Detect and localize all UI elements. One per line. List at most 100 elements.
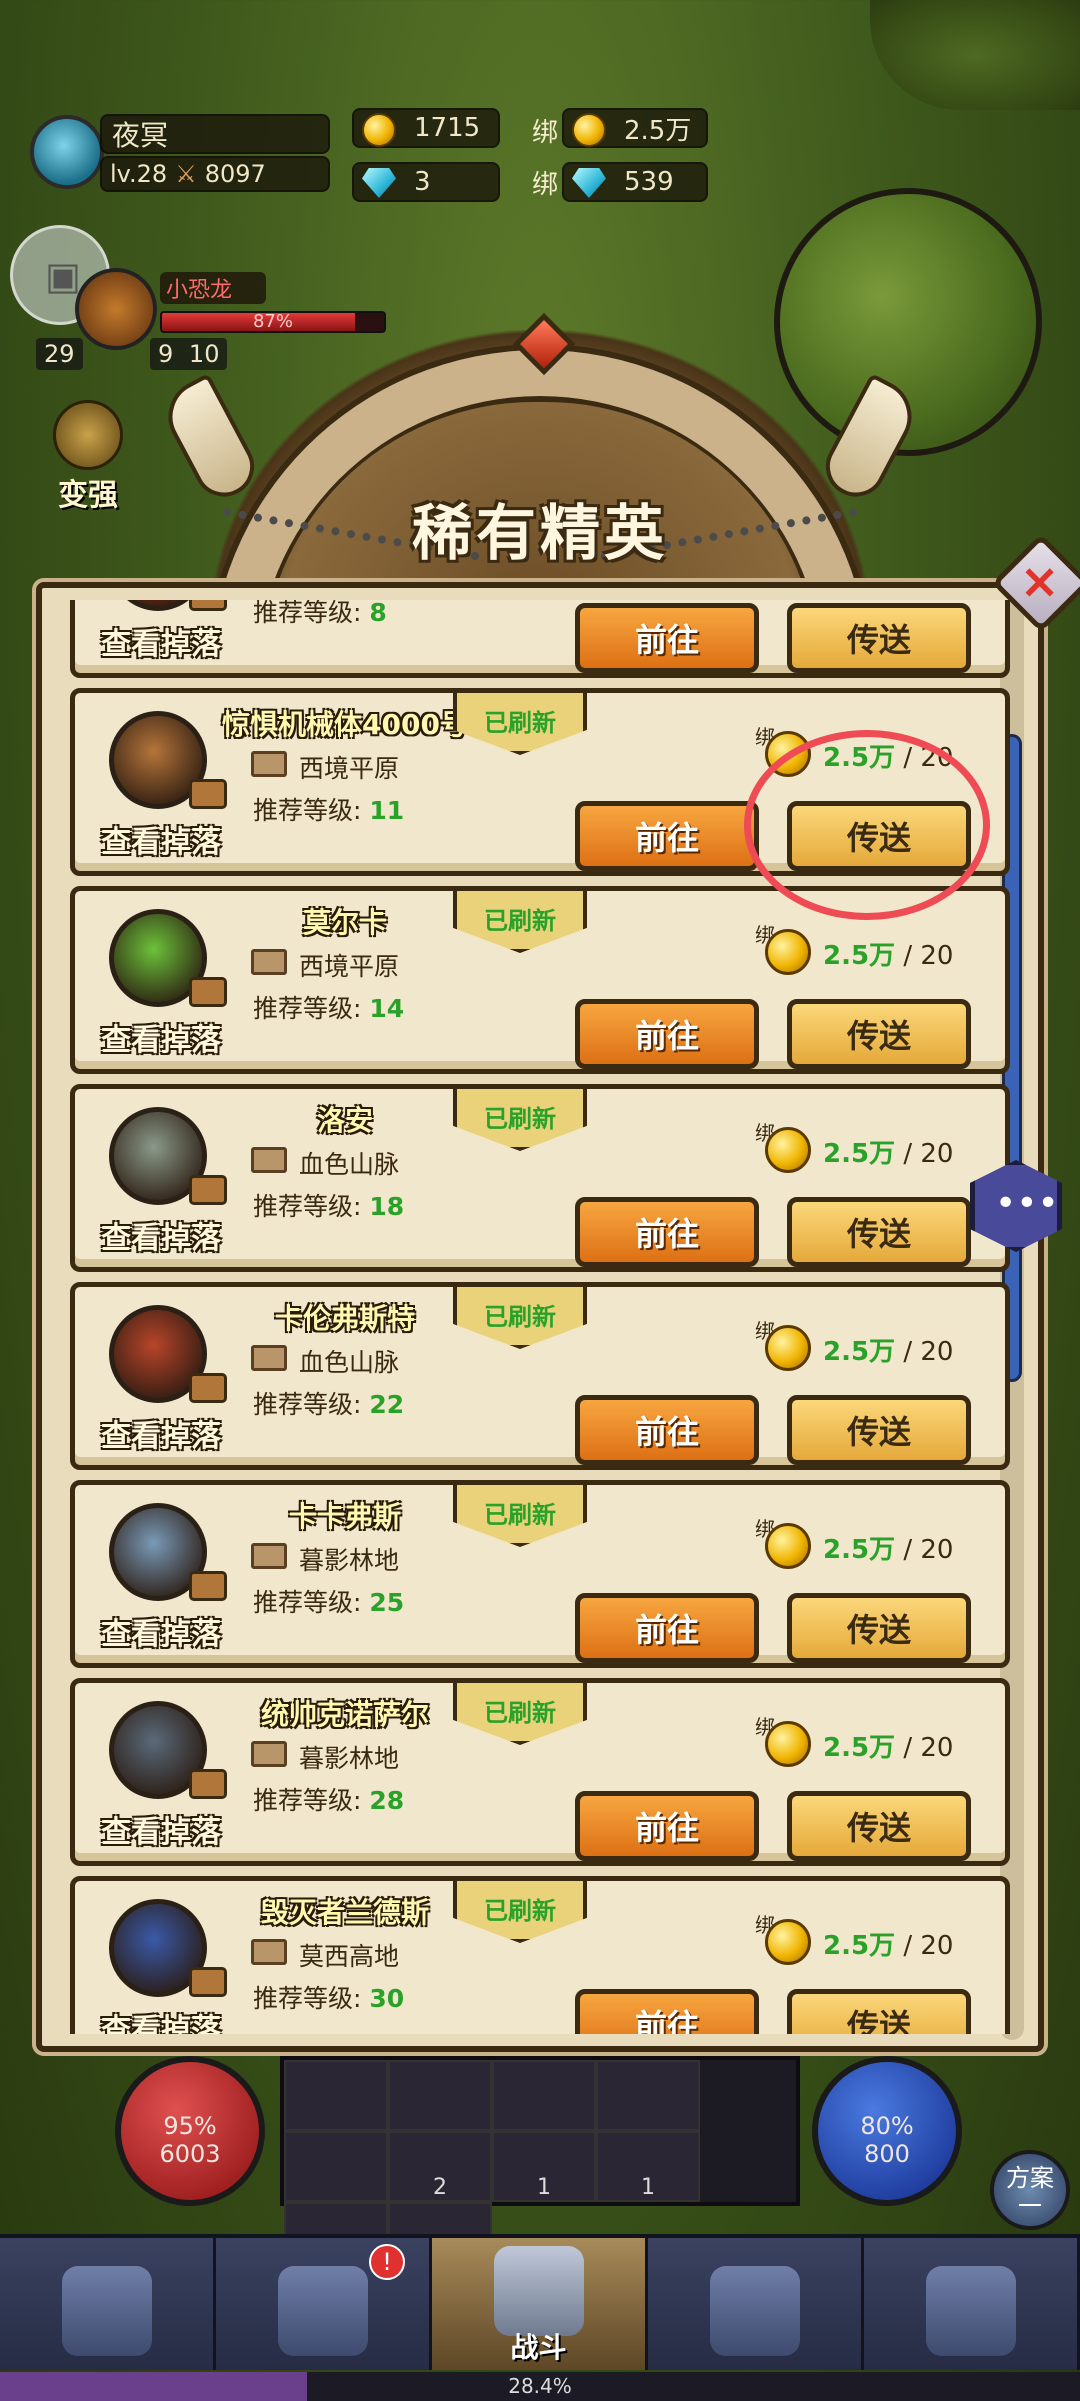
elite-level: 推荐等级: 14 xyxy=(253,989,404,1025)
go-button[interactable]: 前往 xyxy=(575,603,759,673)
skill-slot[interactable]: 1 xyxy=(596,2131,700,2202)
hp-percent: 95% xyxy=(163,2112,217,2140)
go-button[interactable]: 前往 xyxy=(575,1197,759,1267)
elite-level: 推荐等级: 18 xyxy=(253,1187,404,1223)
cost-limit: / 20 xyxy=(895,1139,954,1169)
level-value: 30 xyxy=(369,1984,405,2013)
coin-icon xyxy=(765,1127,811,1173)
teleport-button[interactable]: 传送 xyxy=(787,999,971,1069)
go-button[interactable]: 前往 xyxy=(575,1593,759,1663)
elite-name: 惊惧机械体4000号 xyxy=(222,708,468,741)
coin-icon xyxy=(765,1523,811,1569)
teleport-cost: 2.5万 / 20 xyxy=(823,935,953,972)
pet-name: 小恐龙 xyxy=(160,272,266,304)
nav-tab[interactable]: 战斗 xyxy=(432,2238,648,2370)
elite-name: 洛安 xyxy=(316,1104,373,1137)
elite-name: 统帅克诺萨尔 xyxy=(260,1698,429,1731)
pet-avatar[interactable] xyxy=(75,268,157,350)
refreshed-label: 已刷新 xyxy=(484,709,556,737)
chest-icon xyxy=(189,1373,227,1403)
bound-gold-amount: 2.5万 xyxy=(624,115,692,146)
pet-count-current: 9 xyxy=(158,340,174,368)
go-button[interactable]: 前往 xyxy=(575,1395,759,1465)
pet-hp-bar: 87% xyxy=(160,311,386,333)
cost-limit: / 20 xyxy=(895,1931,954,1961)
skill-slot[interactable]: 1 xyxy=(492,2131,596,2202)
nav-tab[interactable] xyxy=(648,2238,864,2370)
elite-card: 查看掉落曙光森林推荐等级: 8前往传送 xyxy=(70,600,1010,678)
background-tree xyxy=(870,0,1080,110)
map-icon xyxy=(251,1147,287,1173)
level-value: 8 xyxy=(369,600,387,627)
nav-tab[interactable] xyxy=(0,2238,216,2370)
level-label: 推荐等级: xyxy=(253,994,370,1023)
view-drops-button[interactable]: 查看掉落 xyxy=(101,1411,221,1455)
refreshed-label: 已刷新 xyxy=(484,1303,556,1331)
skill-slot[interactable]: 2 xyxy=(388,2131,492,2202)
view-drops-button[interactable]: 查看掉落 xyxy=(101,619,221,663)
level-value: 11 xyxy=(369,796,405,825)
teleport-button[interactable]: 传送 xyxy=(787,1989,971,2034)
bound-gem-amount: 539 xyxy=(624,167,674,197)
strengthen-button[interactable]: 变强 xyxy=(40,400,136,513)
skill-slot[interactable] xyxy=(284,2060,388,2131)
teleport-button[interactable]: 传送 xyxy=(787,1197,971,1267)
coin-icon xyxy=(765,1325,811,1371)
skill-slot[interactable] xyxy=(388,2060,492,2131)
map-icon xyxy=(251,1345,287,1371)
mp-percent: 80% xyxy=(860,2112,914,2140)
elite-name: 莫尔卡 xyxy=(302,906,387,939)
player-power: 8097 xyxy=(204,160,266,188)
view-drops-button[interactable]: 查看掉落 xyxy=(101,1015,221,1059)
teleport-button[interactable]: 传送 xyxy=(787,1791,971,1861)
skill-slot[interactable] xyxy=(596,2060,700,2131)
nav-tab[interactable]: ! xyxy=(216,2238,432,2370)
close-icon: × xyxy=(1019,553,1060,610)
elite-level: 推荐等级: 11 xyxy=(253,791,404,827)
nav-tab-icon xyxy=(61,2266,152,2356)
view-drops-button[interactable]: 查看掉落 xyxy=(101,1807,221,1851)
view-drops-button[interactable]: 查看掉落 xyxy=(101,817,221,861)
coin-icon xyxy=(765,1919,811,1965)
elite-card: 查看掉落 卡伦弗斯特 血色山脉 推荐等级: 22 已刷新绑 2.5万 / 20 前往 传送 xyxy=(70,1282,1010,1470)
plan-button[interactable]: 方案 一 xyxy=(990,2150,1070,2230)
bottom-nav: ! 战斗 xyxy=(0,2234,1080,2370)
level-label: 推荐等级: xyxy=(253,1588,370,1617)
refreshed-banner: 已刷新 xyxy=(453,1283,587,1349)
elite-location: 西境平原 xyxy=(299,952,400,981)
player-level-bar: lv.28 ⚔ 8097 xyxy=(100,156,330,192)
skill-slot[interactable] xyxy=(284,2131,388,2202)
view-drops-button[interactable]: 查看掉落 xyxy=(101,1213,221,1257)
go-button[interactable]: 前往 xyxy=(575,1989,759,2034)
pet-count: 9 10 xyxy=(150,338,228,370)
cost-limit: / 20 xyxy=(895,1535,954,1565)
refreshed-label: 已刷新 xyxy=(484,1501,556,1529)
view-drops-button[interactable]: 查看掉落 xyxy=(101,2005,221,2034)
view-drops-button[interactable]: 查看掉落 xyxy=(101,1609,221,1653)
go-button[interactable]: 前往 xyxy=(575,1791,759,1861)
elite-card: 查看掉落 毁灭者兰德斯 莫西高地 推荐等级: 30 已刷新绑 2.5万 / 20 前往 传送 xyxy=(70,1876,1010,2034)
alert-badge: ! xyxy=(369,2244,405,2280)
player-avatar[interactable] xyxy=(30,115,104,189)
bound-gold-tag: 绑 xyxy=(532,118,559,148)
elite-location: 血色山脉 xyxy=(299,1348,400,1377)
teleport-button[interactable]: 传送 xyxy=(787,1395,971,1465)
bound-gem-display: 539 xyxy=(562,162,708,202)
cost-value: 2.5万 xyxy=(823,1337,896,1367)
chest-icon xyxy=(189,1571,227,1601)
gold-amount: 1715 xyxy=(414,113,481,143)
skill-slot[interactable] xyxy=(492,2060,596,2131)
strengthen-emblem-icon xyxy=(53,400,123,470)
nav-tab[interactable] xyxy=(864,2238,1080,2370)
refreshed-label: 已刷新 xyxy=(484,907,556,935)
refreshed-banner: 已刷新 xyxy=(453,689,587,755)
teleport-button[interactable]: 传送 xyxy=(787,603,971,673)
bound-gold-display: 2.5万 xyxy=(562,108,708,148)
gem-amount: 3 xyxy=(414,167,431,197)
pet-level: 29 xyxy=(36,338,83,370)
map-icon xyxy=(251,1741,287,1767)
go-button[interactable]: 前往 xyxy=(575,801,759,871)
go-button[interactable]: 前往 xyxy=(575,999,759,1069)
teleport-button[interactable]: 传送 xyxy=(787,1593,971,1663)
nav-tab-icon xyxy=(493,2246,584,2336)
